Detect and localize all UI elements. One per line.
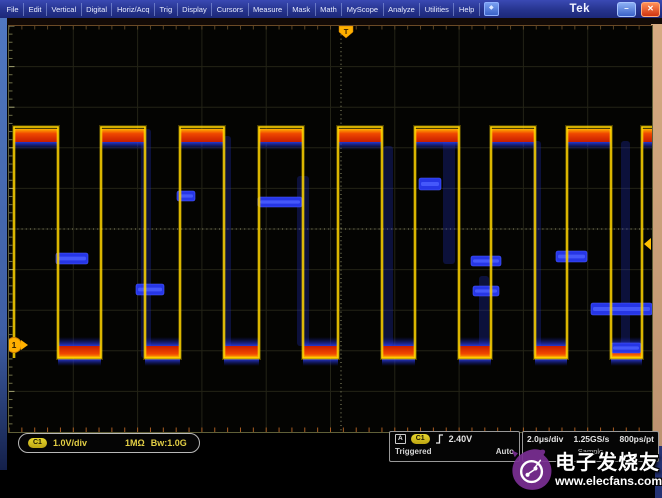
timebase-scale: 2.0μs/div <box>527 434 563 444</box>
waveform-intensity-bands <box>14 129 652 358</box>
trigger-system-label: A <box>395 434 406 444</box>
graticule: T1 <box>8 25 653 433</box>
channel-readout[interactable]: C1 1.0V/div 1MΩ Bw:1.0G <box>18 433 200 453</box>
menu-bar: FileEditVerticalDigitalHoriz/AcqTrigDisp… <box>0 0 662 18</box>
top-edge <box>7 18 662 25</box>
menu-item-edit[interactable]: Edit <box>24 3 47 16</box>
menu-item-trig[interactable]: Trig <box>155 3 178 16</box>
channel-impedance: 1MΩ <box>125 438 145 448</box>
svg-text:1: 1 <box>12 340 17 350</box>
tek-logo: Tek <box>570 3 590 15</box>
trigger-level-marker[interactable] <box>644 238 651 250</box>
oscilloscope-screen: FileEditVerticalDigitalHoriz/AcqTrigDisp… <box>0 0 662 498</box>
menu-item-help[interactable]: Help <box>454 3 479 16</box>
channel-bandwidth: Bw:1.0G <box>151 438 187 448</box>
menu-item-vertical[interactable]: Vertical <box>47 3 82 16</box>
display-area: T1 C1 1.0V/div 1MΩ Bw:1.0G A C1 2.40V Tr… <box>0 18 662 498</box>
waveform-display: T1 <box>9 26 652 432</box>
sample-resolution: 800ps/pt <box>620 434 655 444</box>
waveform-blue-smears <box>141 129 630 358</box>
left-edge-strip <box>0 18 7 470</box>
trigger-source-badge: C1 <box>411 434 430 444</box>
close-button[interactable]: ✕ <box>641 2 660 17</box>
menu-item-cursors[interactable]: Cursors <box>212 3 248 16</box>
trigger-readout[interactable]: A C1 2.40V Triggered Auto <box>389 431 520 462</box>
waveform-trace <box>14 127 652 358</box>
channel-badge: C1 <box>28 438 47 448</box>
menu-quick-button[interactable]: ◆ <box>484 2 499 16</box>
menu-item-math[interactable]: Math <box>316 3 343 16</box>
trigger-mode: Auto <box>496 447 514 456</box>
channel-scale: 1.0V/div <box>53 438 87 448</box>
menu-item-digital[interactable]: Digital <box>82 3 113 16</box>
menu-items: FileEditVerticalDigitalHoriz/AcqTrigDisp… <box>2 3 480 16</box>
svg-text:T: T <box>344 27 349 36</box>
trigger-status: Triggered <box>395 447 431 456</box>
menu-item-file[interactable]: File <box>2 3 24 16</box>
minimize-button[interactable]: – <box>617 2 636 17</box>
rising-edge-icon <box>435 434 444 444</box>
menu-item-utilities[interactable]: Utilities <box>420 3 454 16</box>
channel-1-marker[interactable]: 1 <box>9 338 28 353</box>
menu-item-mask[interactable]: Mask <box>288 3 316 16</box>
menu-item-horizacq[interactable]: Horiz/Acq <box>112 3 155 16</box>
menu-item-display[interactable]: Display <box>178 3 213 16</box>
sample-rate: 1.25GS/s <box>573 434 609 444</box>
menu-item-myscope[interactable]: MyScope <box>342 3 383 16</box>
timebase-readout[interactable]: 2.0μs/div 1.25GS/s 800ps/pt Sample <box>522 431 659 462</box>
menu-item-analyze[interactable]: Analyze <box>384 3 421 16</box>
menu-item-measure[interactable]: Measure <box>249 3 288 16</box>
acquisition-mode: Sample <box>527 447 654 456</box>
trigger-level: 2.40V <box>449 434 473 444</box>
